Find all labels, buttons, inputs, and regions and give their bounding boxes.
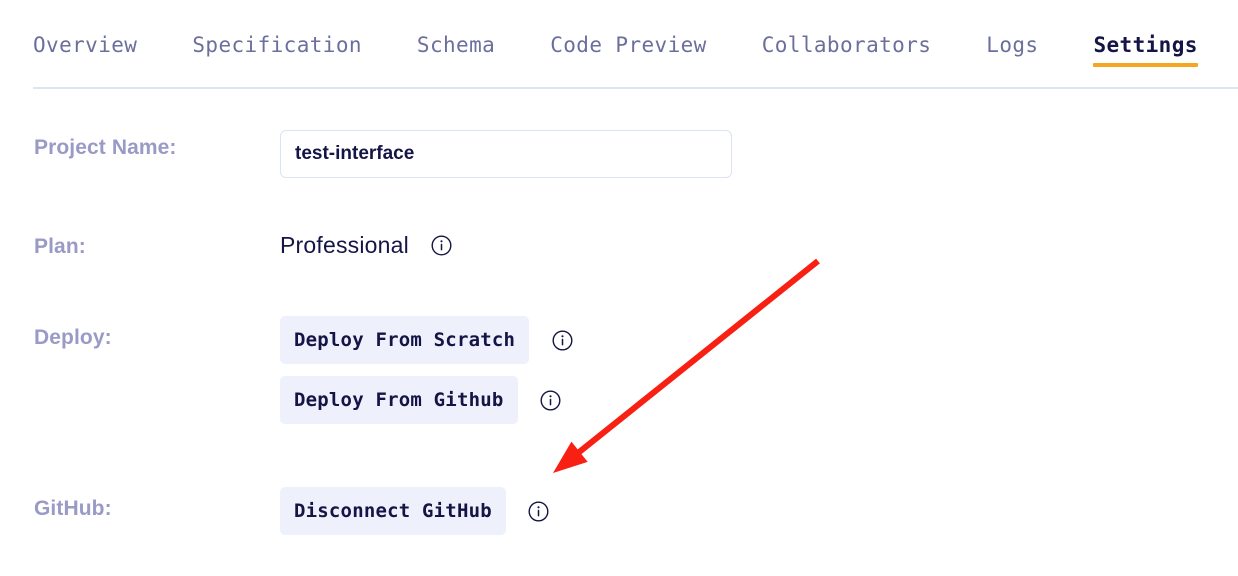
plan-label: Plan: — [34, 235, 86, 258]
tab-collaborators[interactable]: Collaborators — [762, 0, 932, 77]
deploy-label: Deploy: — [34, 326, 112, 349]
plan-control: Professional — [280, 232, 452, 259]
tab-code-preview[interactable]: Code Preview — [550, 0, 707, 77]
deploy-control: Deploy From Scratch Deploy From Github — [280, 316, 573, 424]
github-control: Disconnect GitHub — [280, 487, 549, 535]
tab-list: Overview Specification Schema Code Previ… — [33, 0, 1224, 77]
project-name-label: Project Name: — [34, 136, 177, 159]
info-icon[interactable] — [552, 329, 573, 351]
project-name-control — [280, 130, 732, 178]
plan-value: Professional — [280, 232, 409, 258]
project-name-input[interactable] — [280, 130, 732, 178]
disconnect-github-button[interactable]: Disconnect GitHub — [280, 487, 506, 535]
tab-bar-divider — [33, 87, 1238, 89]
info-icon[interactable] — [431, 235, 452, 256]
info-icon[interactable] — [528, 500, 549, 522]
tab-bar: Overview Specification Schema Code Previ… — [0, 0, 1238, 89]
info-icon[interactable] — [540, 389, 561, 411]
tab-specification[interactable]: Specification — [192, 0, 362, 77]
deploy-from-github-line: Deploy From Github — [280, 376, 573, 424]
tab-overview[interactable]: Overview — [33, 0, 137, 77]
tab-settings[interactable]: Settings — [1093, 0, 1199, 77]
tab-schema[interactable]: Schema — [417, 0, 495, 77]
github-label: GitHub: — [34, 497, 112, 520]
arrow-shape — [553, 258, 820, 473]
deploy-from-github-button[interactable]: Deploy From Github — [280, 376, 518, 424]
deploy-from-scratch-line: Deploy From Scratch — [280, 316, 573, 364]
deploy-from-scratch-button[interactable]: Deploy From Scratch — [280, 316, 530, 364]
tab-logs[interactable]: Logs — [986, 0, 1038, 77]
